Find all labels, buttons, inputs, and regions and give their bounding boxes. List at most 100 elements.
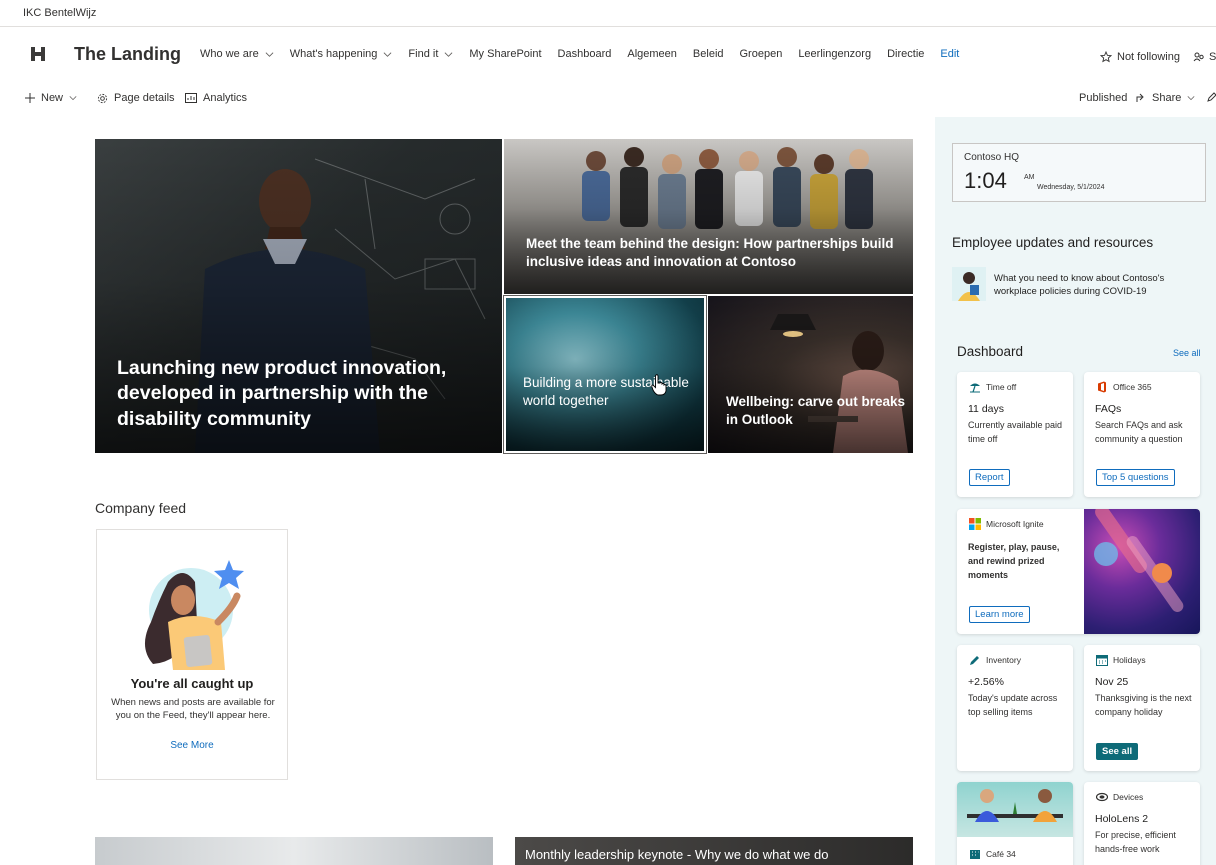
nav-my-sharepoint[interactable]: My SharePoint	[469, 48, 541, 60]
pencil-icon	[970, 656, 979, 665]
nav-dashboard[interactable]: Dashboard	[558, 48, 612, 60]
nav-label: Who we are	[200, 48, 259, 60]
card-app-name: Office 365	[1113, 382, 1152, 392]
card-inventory[interactable]: Inventory +2.56% Today's update across t…	[957, 645, 1073, 771]
news-tile-bottom-left[interactable]	[95, 837, 493, 865]
nav-label: Dashboard	[557, 48, 612, 60]
pencil-icon	[1207, 92, 1216, 102]
employee-update-item[interactable]: What you need to know about Contoso's wo…	[952, 267, 1212, 303]
card-microsoft-ignite[interactable]: Microsoft Ignite Register, play, pause, …	[957, 509, 1200, 634]
chevron-down-icon	[444, 51, 453, 57]
holidays-see-all-button[interactable]: See all	[1096, 743, 1139, 760]
hero-caption-1: Launching new product innovation, develo…	[117, 357, 447, 430]
dashboard-heading: Dashboard	[957, 344, 1024, 359]
caught-up-illustration	[144, 560, 244, 670]
card-devices[interactable]: Devices HoloLens 2 For precise, efficien…	[1084, 782, 1200, 865]
nav-edit-link[interactable]: Edit	[940, 48, 959, 60]
card-holidays[interactable]: Holidays Nov 25 Thanksgiving is the next…	[1084, 645, 1200, 771]
nav-leerlingenzorg[interactable]: Leerlingenzorg	[798, 48, 871, 60]
nav-find-it[interactable]: Find it	[408, 48, 453, 60]
microsoft-logo-icon	[969, 518, 981, 530]
nav-label: Directie	[887, 48, 925, 60]
card-time-off[interactable]: Time off 11 days Currently available pai…	[957, 372, 1073, 497]
hololens-icon	[1096, 792, 1108, 802]
site-logo-icon[interactable]	[30, 46, 46, 62]
card-app-row: Café 34	[969, 848, 1016, 860]
nav-whats-happening[interactable]: What's happening	[290, 48, 393, 60]
card-app-name: Holidays	[1113, 655, 1146, 665]
hand-cursor-icon	[651, 374, 667, 396]
see-more-link[interactable]: See More	[97, 740, 287, 751]
nav-directie[interactable]: Directie	[887, 48, 924, 60]
report-button[interactable]: Report	[969, 469, 1010, 486]
card-app-name: Inventory	[986, 655, 1021, 665]
news-tile-bottom-right[interactable]: Monthly leadership keynote - Why we do w…	[515, 837, 913, 865]
card-description: Currently available paid time off	[968, 420, 1063, 444]
calendar-icon	[1096, 655, 1108, 666]
analytics-button[interactable]: Analytics	[185, 92, 247, 104]
right-rail: Contoso HQ 1:04 AM Wednesday, 5/1/2024 E…	[935, 117, 1216, 865]
edit-page-button[interactable]	[1207, 92, 1216, 102]
nav-label: Beleid	[692, 48, 724, 60]
chevron-down-icon	[384, 51, 392, 57]
share-label: Share	[1152, 92, 1182, 104]
dashboard-see-all-link[interactable]: See all	[1173, 348, 1201, 358]
new-button[interactable]: New	[25, 92, 77, 104]
follow-button[interactable]: Not following	[1100, 51, 1180, 63]
hero-overlay	[708, 296, 913, 453]
hero-tile-product-innovation[interactable]: Launching new product innovation, develo…	[95, 139, 502, 453]
command-bar: New Page details Analytics Published Sha…	[0, 88, 1216, 114]
card-title: +2.56%	[968, 676, 1004, 688]
hero-caption-4: Wellbeing: carve out breaks in Outlook	[726, 394, 906, 427]
share-site-label: S	[1209, 51, 1216, 63]
hero-tile-wellbeing[interactable]: Wellbeing: carve out breaks in Outlook	[708, 296, 913, 453]
nav-who-we-are[interactable]: Who we are	[200, 48, 274, 60]
published-label: Published	[1079, 92, 1128, 104]
nav-beleid[interactable]: Beleid	[693, 48, 724, 60]
card-app-name: Café 34	[986, 849, 1016, 859]
card-app-row: Office 365	[1096, 381, 1152, 393]
chevron-down-icon	[1187, 96, 1195, 101]
card-app-name: Devices	[1113, 792, 1144, 802]
nav-label: What's happening	[289, 48, 378, 60]
gear-icon	[97, 93, 108, 103]
nav-label: My SharePoint	[469, 48, 542, 60]
follow-label: Not following	[1117, 51, 1180, 63]
feed-empty-card: You're all caught up When news and posts…	[96, 529, 288, 780]
analytics-label: Analytics	[203, 92, 248, 104]
org-name[interactable]: IKC BentelWijz	[23, 7, 96, 19]
company-feed-title: Company feed	[95, 500, 187, 516]
card-app-row: Inventory	[969, 654, 1021, 666]
page-details-button[interactable]: Page details	[97, 92, 175, 104]
cafe-illustration	[967, 789, 1063, 822]
employee-update-thumbnail	[952, 267, 986, 301]
nav-label: Find it	[408, 48, 439, 60]
site-title[interactable]: The Landing	[74, 44, 181, 65]
building-icon	[970, 850, 980, 859]
new-label: New	[41, 92, 64, 104]
employee-updates-heading: Employee updates and resources	[952, 235, 1154, 250]
page-details-label: Page details	[114, 92, 175, 104]
share-site-button[interactable]: S	[1193, 51, 1216, 63]
hero-tile-sustainable-world[interactable]: Building a more sustainable world togeth…	[503, 295, 707, 454]
card-office-365[interactable]: Office 365 FAQs Search FAQs and ask comm…	[1084, 372, 1200, 497]
hero-caption-2: Meet the team behind the design: How par…	[526, 236, 894, 269]
card-cafe[interactable]: Café 34	[957, 782, 1073, 865]
nav-groepen[interactable]: Groepen	[740, 48, 783, 60]
hero-tile-meet-the-team[interactable]: Meet the team behind the design: How par…	[504, 139, 913, 294]
card-app-name: Microsoft Ignite	[986, 519, 1044, 529]
news-tile-caption: Monthly leadership keynote - Why we do w…	[525, 847, 829, 862]
chevron-down-icon	[265, 51, 274, 57]
clock-ampm: AM	[1024, 174, 1035, 181]
top-5-questions-button[interactable]: Top 5 questions	[1096, 469, 1175, 486]
hero-webpart: Launching new product innovation, develo…	[95, 139, 913, 454]
learn-more-button[interactable]: Learn more	[969, 606, 1030, 623]
card-app-row: Time off	[969, 381, 1016, 393]
clock-date: Wednesday, 5/1/2024	[1037, 184, 1105, 191]
hero-caption-3: Building a more sustainable world togeth…	[523, 375, 689, 408]
analytics-icon	[185, 93, 197, 103]
share-button[interactable]: Share	[1136, 92, 1195, 104]
world-clock-widget: Contoso HQ 1:04 AM Wednesday, 5/1/2024	[952, 143, 1206, 202]
nav-algemeen[interactable]: Algemeen	[627, 48, 677, 60]
card-description: Today's update across top selling items	[968, 693, 1058, 717]
